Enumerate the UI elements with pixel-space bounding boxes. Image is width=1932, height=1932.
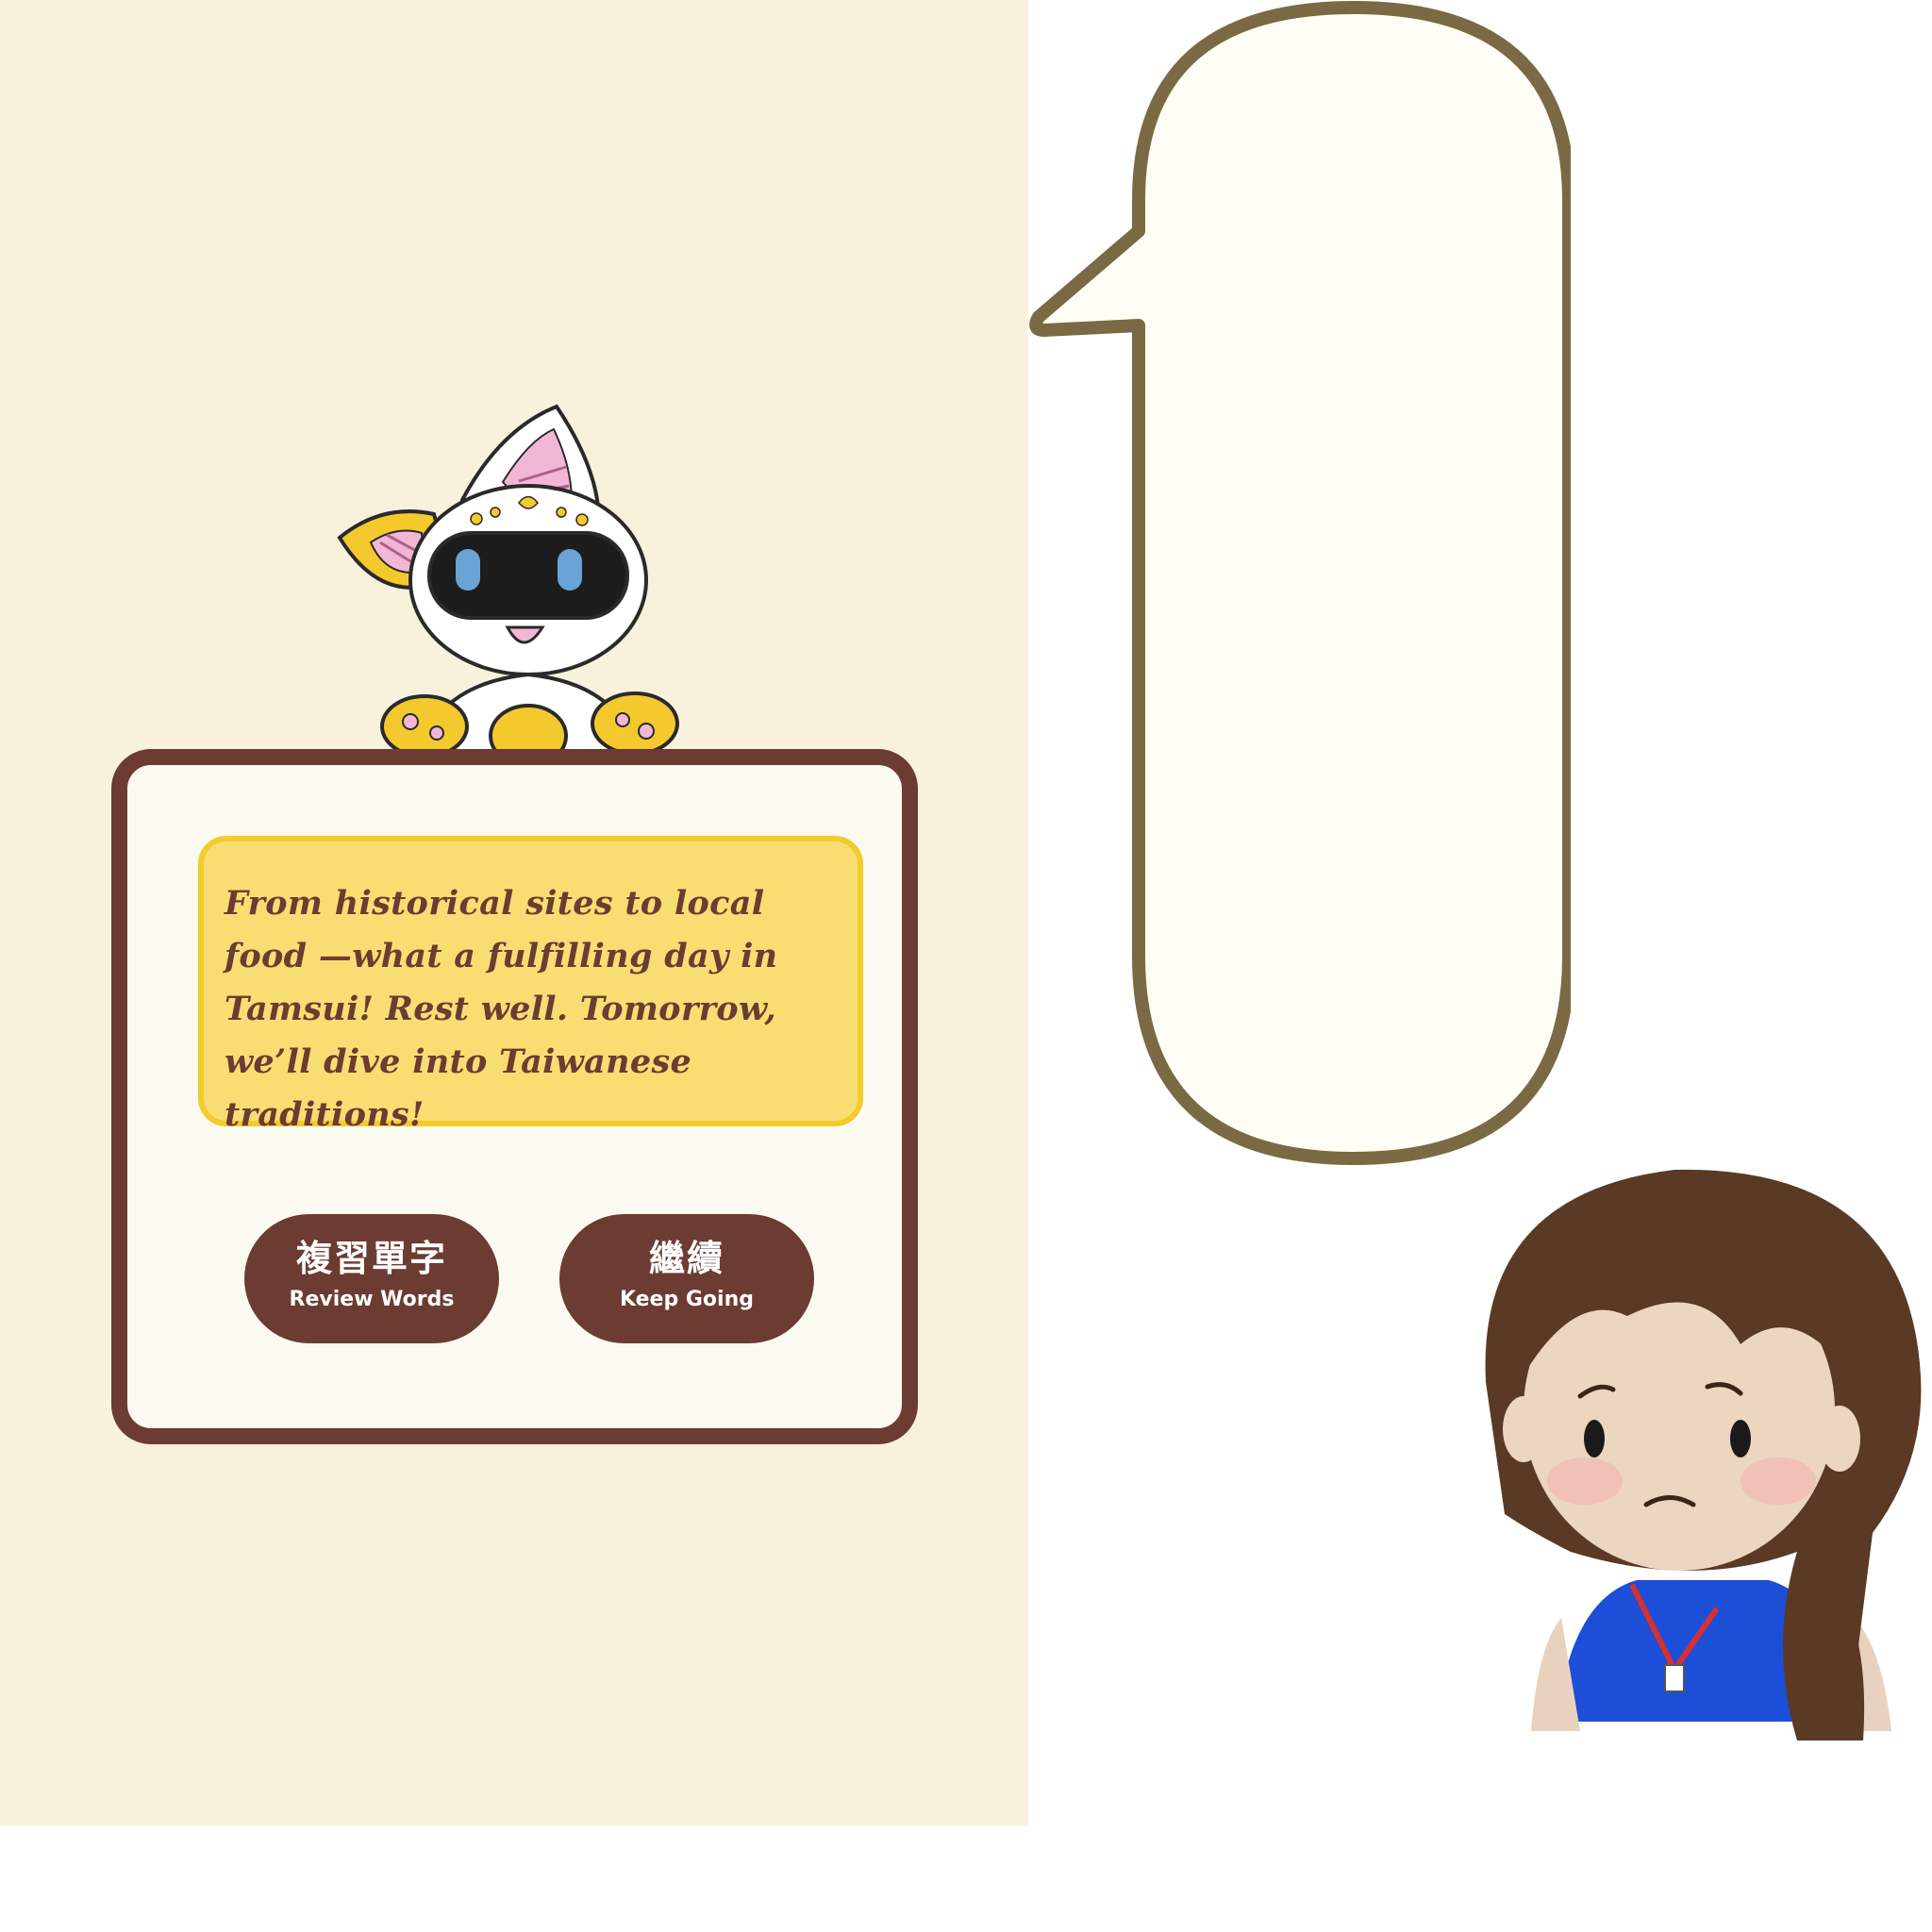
girl-character bbox=[1485, 1169, 1922, 1740]
game-scene: From historical sites to local food —wha… bbox=[0, 0, 1932, 1932]
keep-going-label-zh: 繼續 bbox=[648, 1238, 724, 1279]
robot-cat-mascot bbox=[337, 404, 679, 750]
dialog-message: From historical sites to local food —wha… bbox=[225, 884, 778, 1134]
review-words-label-zh: 複習單字 bbox=[295, 1238, 447, 1279]
keep-going-button[interactable]: 繼續 Keep Going bbox=[559, 1214, 814, 1343]
review-words-label-en: Review Words bbox=[289, 1288, 455, 1311]
message-box: From historical sites to local food —wha… bbox=[198, 836, 863, 1134]
dialog-card: From historical sites to local food —wha… bbox=[111, 749, 918, 1444]
keep-going-label-en: Keep Going bbox=[619, 1288, 755, 1311]
speech-bubble bbox=[1029, 1, 1571, 1165]
review-words-button[interactable]: 複習單字 Review Words bbox=[244, 1214, 499, 1343]
